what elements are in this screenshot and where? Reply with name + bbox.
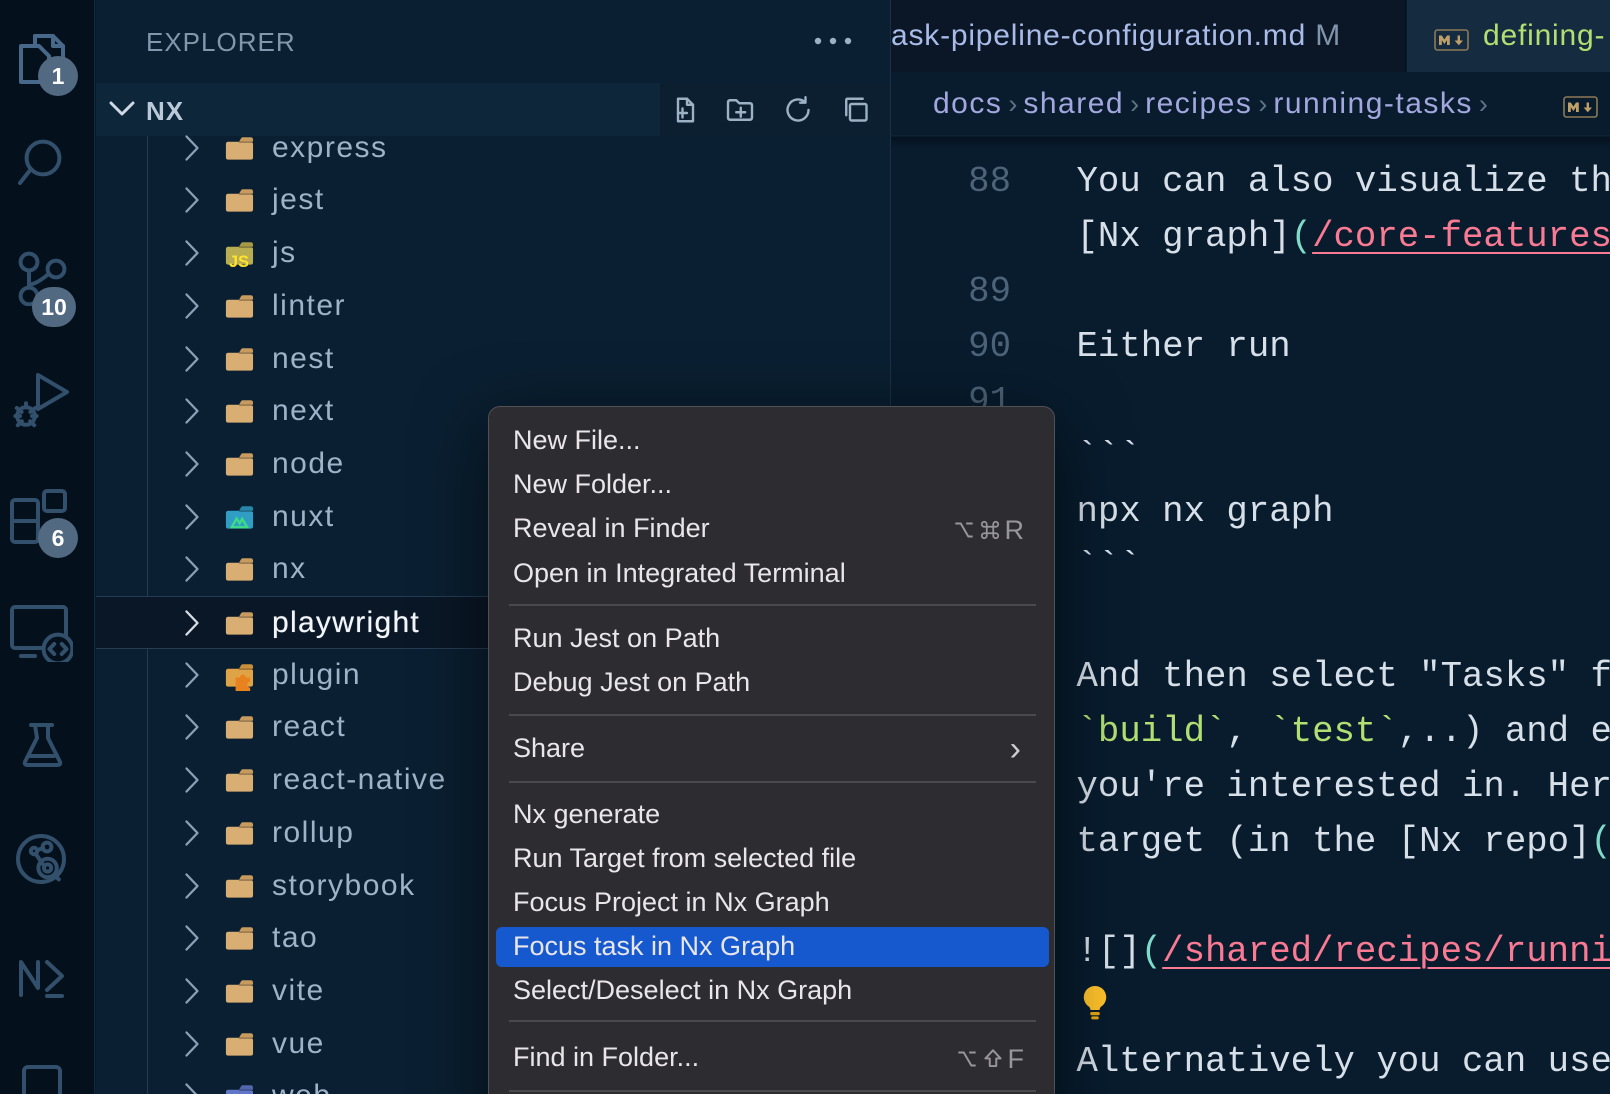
svg-text:JS: JS [229,253,249,269]
